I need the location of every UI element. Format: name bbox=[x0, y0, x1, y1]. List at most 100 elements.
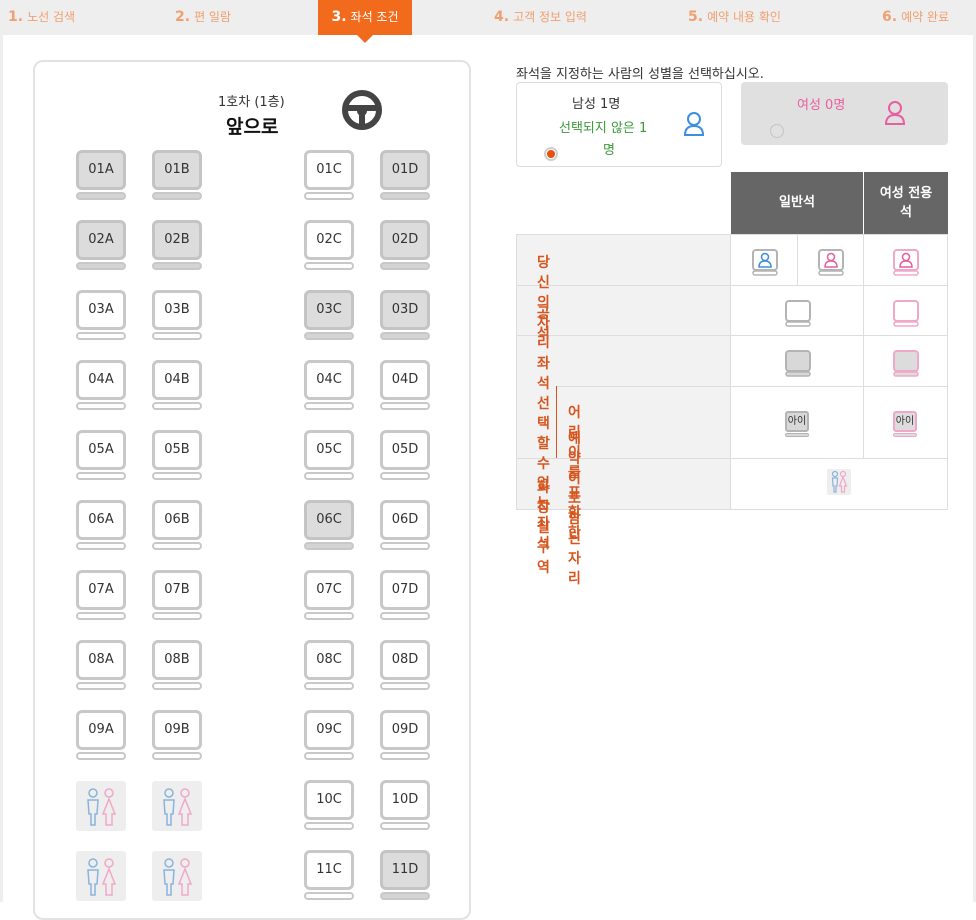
seat-label: 03C bbox=[304, 290, 354, 330]
seat-cushion bbox=[304, 682, 354, 690]
seat-cushion bbox=[76, 472, 126, 480]
seat-label: 02C bbox=[304, 220, 354, 260]
seat-03a[interactable]: 03A bbox=[76, 290, 126, 342]
legend-row-divider bbox=[516, 335, 948, 336]
seat-label: 11D bbox=[380, 850, 430, 890]
seat-09a[interactable]: 09A bbox=[76, 710, 126, 762]
seat-label: 02B bbox=[152, 220, 202, 260]
step-label: 편 일람 bbox=[194, 10, 231, 24]
seat-cushion bbox=[152, 612, 202, 620]
step-label: 노선 검색 bbox=[27, 10, 76, 24]
your-seat-male-icon bbox=[752, 249, 778, 276]
seat-07d[interactable]: 07D bbox=[380, 570, 430, 622]
seat-08d[interactable]: 08D bbox=[380, 640, 430, 692]
seat-06b[interactable]: 06B bbox=[152, 500, 202, 552]
step-number: 5. bbox=[688, 9, 704, 25]
seat-label: 04C bbox=[304, 360, 354, 400]
seat-09b[interactable]: 09B bbox=[152, 710, 202, 762]
child-seat-base bbox=[785, 433, 809, 437]
seat-cushion bbox=[152, 682, 202, 690]
seat-label: 07C bbox=[304, 570, 354, 610]
seat-05d[interactable]: 05D bbox=[380, 430, 430, 482]
seat-cushion bbox=[380, 402, 430, 410]
seat-cushion bbox=[380, 752, 430, 760]
seat-06d[interactable]: 06D bbox=[380, 500, 430, 552]
seat-cushion bbox=[380, 472, 430, 480]
seat-cushion bbox=[152, 262, 202, 270]
seat-08a[interactable]: 08A bbox=[76, 640, 126, 692]
seat-11d: 11D bbox=[380, 850, 430, 902]
seat-label: 05A bbox=[76, 430, 126, 470]
seat-01b: 01B bbox=[152, 150, 202, 202]
seat-05b[interactable]: 05B bbox=[152, 430, 202, 482]
seat-label: 08B bbox=[152, 640, 202, 680]
seat-05a[interactable]: 05A bbox=[76, 430, 126, 482]
legend-label-child-line2: 예약이 포함된 자리 bbox=[568, 431, 581, 587]
seat-07c[interactable]: 07C bbox=[304, 570, 354, 622]
seat-10d[interactable]: 10D bbox=[380, 780, 430, 832]
seat-01c[interactable]: 01C bbox=[304, 150, 354, 202]
seat-cushion bbox=[304, 822, 354, 830]
legend-col-divider bbox=[863, 234, 864, 458]
seat-09c[interactable]: 09C bbox=[304, 710, 354, 762]
seat-cushion bbox=[380, 542, 430, 550]
seat-cushion bbox=[304, 612, 354, 620]
vacant-women-seat-icon bbox=[893, 300, 919, 327]
step-complete: 6. 예약 완료 bbox=[882, 0, 949, 35]
seat-cushion bbox=[76, 332, 126, 340]
seat-cushion bbox=[304, 752, 354, 760]
seat-label: 03B bbox=[152, 290, 202, 330]
seat-label: 04D bbox=[380, 360, 430, 400]
seat-cushion bbox=[304, 192, 354, 200]
seat-label: 02D bbox=[380, 220, 430, 260]
seat-label: 04A bbox=[76, 360, 126, 400]
seat-cushion bbox=[76, 682, 126, 690]
female-count-label: 여성 0명 bbox=[797, 98, 846, 113]
seat-cushion bbox=[304, 472, 354, 480]
seat-04b[interactable]: 04B bbox=[152, 360, 202, 412]
female-radio[interactable] bbox=[770, 124, 784, 138]
seat-04c[interactable]: 04C bbox=[304, 360, 354, 412]
your-seat-female-icon bbox=[818, 249, 844, 276]
seat-label: 10C bbox=[304, 780, 354, 820]
female-option[interactable]: 여성 0명 bbox=[741, 82, 948, 145]
seat-06a[interactable]: 06A bbox=[76, 500, 126, 552]
seat-label: 06C bbox=[304, 500, 354, 540]
seat-label: 07A bbox=[76, 570, 126, 610]
seat-cushion bbox=[380, 892, 430, 900]
steering-wheel-icon bbox=[342, 90, 382, 130]
seat-07b[interactable]: 07B bbox=[152, 570, 202, 622]
seat-08c[interactable]: 08C bbox=[304, 640, 354, 692]
legend-row-divider bbox=[556, 386, 948, 387]
step-number: 2. bbox=[175, 9, 191, 25]
toilet-area-icon bbox=[152, 781, 202, 831]
toilet-area-icon bbox=[76, 781, 126, 831]
seat-cushion bbox=[76, 612, 126, 620]
step-number: 4. bbox=[494, 9, 510, 25]
seat-11c[interactable]: 11C bbox=[304, 850, 354, 902]
step-number: 6. bbox=[882, 9, 898, 25]
step-label: 좌석 조건 bbox=[350, 10, 399, 24]
seat-04a[interactable]: 04A bbox=[76, 360, 126, 412]
seat-01d: 01D bbox=[380, 150, 430, 202]
seat-cushion bbox=[380, 262, 430, 270]
seat-05c[interactable]: 05C bbox=[304, 430, 354, 482]
car-title: 1호차 (1층) bbox=[218, 95, 285, 110]
seat-08b[interactable]: 08B bbox=[152, 640, 202, 692]
male-option[interactable]: 남성 1명 선택되지 않은 1 명 bbox=[516, 82, 722, 167]
seat-02c[interactable]: 02C bbox=[304, 220, 354, 272]
seat-label: 01C bbox=[304, 150, 354, 190]
child-women-seat-base bbox=[893, 433, 917, 437]
male-radio[interactable] bbox=[544, 147, 558, 161]
seat-cushion bbox=[152, 402, 202, 410]
seat-03c: 03C bbox=[304, 290, 354, 342]
seat-label: 03A bbox=[76, 290, 126, 330]
seat-03b[interactable]: 03B bbox=[152, 290, 202, 342]
seat-09d[interactable]: 09D bbox=[380, 710, 430, 762]
seat-07a[interactable]: 07A bbox=[76, 570, 126, 622]
seat-cushion bbox=[152, 472, 202, 480]
seat-04d[interactable]: 04D bbox=[380, 360, 430, 412]
seat-cushion bbox=[152, 192, 202, 200]
seat-label: 08D bbox=[380, 640, 430, 680]
seat-10c[interactable]: 10C bbox=[304, 780, 354, 832]
